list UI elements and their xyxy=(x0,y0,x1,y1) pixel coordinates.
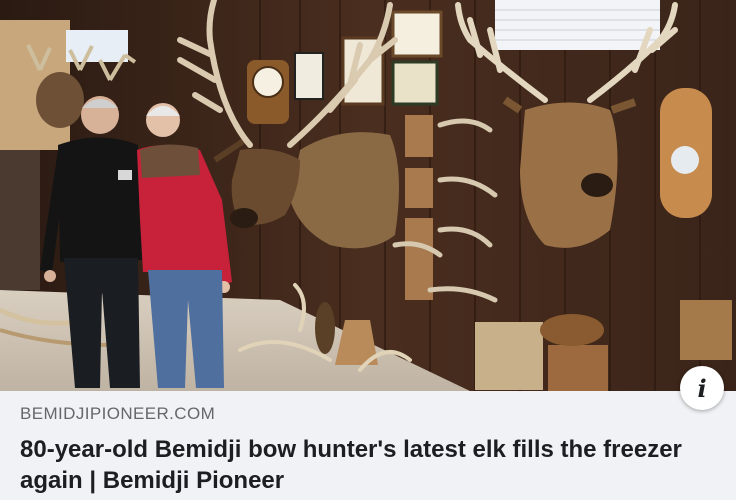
link-preview-meta[interactable]: BEMIDJIPIONEER.COM 80-year-old Bemidji b… xyxy=(20,404,716,496)
source-domain: BEMIDJIPIONEER.COM xyxy=(20,404,216,423)
article-title[interactable]: 80-year-old Bemidji bow hunter's latest … xyxy=(20,434,716,496)
article-photo[interactable] xyxy=(0,0,736,391)
info-icon: i xyxy=(697,373,707,403)
link-preview-card[interactable]: i BEMIDJIPIONEER.COM 80-year-old Bemidji… xyxy=(0,0,736,500)
photo-illustration xyxy=(0,0,736,391)
